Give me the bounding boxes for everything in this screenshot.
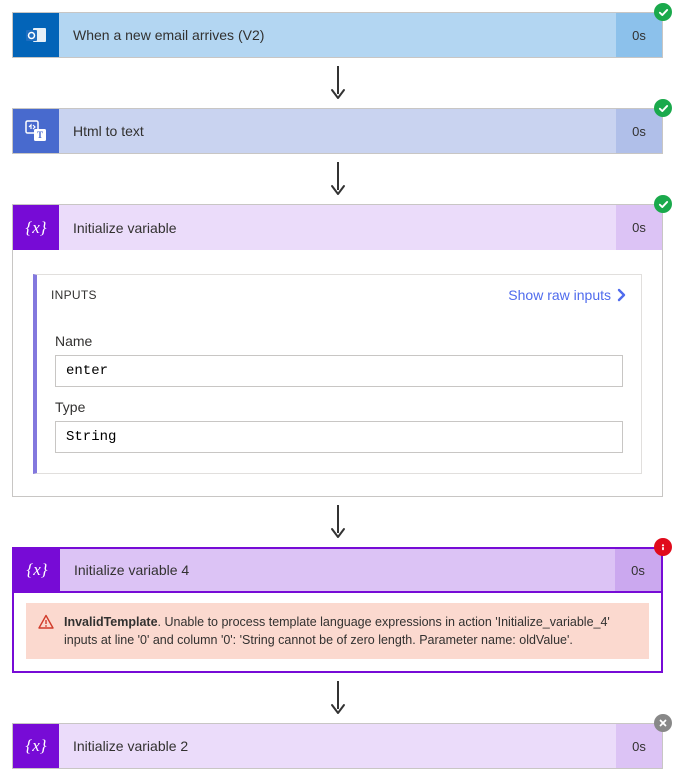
html-to-text-icon: T [13, 109, 59, 153]
outlook-icon [13, 13, 59, 57]
warning-icon [38, 614, 54, 630]
variable-icon: {x} [14, 549, 60, 591]
variable-icon: {x} [13, 205, 59, 250]
step-duration: 0s [616, 724, 662, 768]
step-title: Initialize variable [59, 205, 616, 250]
show-raw-inputs-link[interactable]: Show raw inputs [508, 287, 627, 303]
status-badge-success [654, 99, 672, 117]
flow-step-initialize-variable-4[interactable]: {x} Initialize variable 4 0s InvalidTemp… [12, 547, 663, 673]
field-label-name: Name [55, 333, 623, 349]
flow-step-html-to-text[interactable]: T Html to text 0s [12, 108, 663, 154]
step-title: Initialize variable 4 [60, 549, 615, 591]
step-title: Html to text [59, 109, 616, 153]
status-badge-error [654, 538, 672, 556]
flow-step-trigger[interactable]: When a new email arrives (V2) 0s [12, 12, 663, 58]
variable-icon: {x} [13, 724, 59, 768]
status-badge-skipped [654, 714, 672, 732]
step-title: Initialize variable 2 [59, 724, 616, 768]
chevron-right-icon [617, 288, 627, 302]
error-banner: InvalidTemplate. Unable to process templ… [26, 603, 649, 659]
step-expanded-body: INPUTS Show raw inputs Name Type [12, 250, 663, 497]
connector-arrow [12, 505, 663, 539]
connector-arrow [12, 681, 663, 715]
connector-arrow [12, 162, 663, 196]
field-value-name[interactable] [55, 355, 623, 387]
step-title: When a new email arrives (V2) [59, 13, 616, 57]
flow-step-initialize-variable[interactable]: {x} Initialize variable 0s INPUTS Show r… [12, 204, 663, 497]
flow-step-initialize-variable-2[interactable]: {x} Initialize variable 2 0s [12, 723, 663, 769]
inputs-panel: INPUTS Show raw inputs Name Type [33, 274, 642, 474]
status-badge-success [654, 3, 672, 21]
step-error-body: InvalidTemplate. Unable to process templ… [12, 593, 663, 673]
step-duration: 0s [616, 109, 662, 153]
field-value-type[interactable] [55, 421, 623, 453]
step-duration: 0s [615, 549, 661, 591]
step-duration: 0s [616, 205, 662, 250]
inputs-panel-title: INPUTS [51, 288, 97, 302]
field-label-type: Type [55, 399, 623, 415]
connector-arrow [12, 66, 663, 100]
error-text: InvalidTemplate. Unable to process templ… [64, 613, 637, 649]
step-duration: 0s [616, 13, 662, 57]
svg-text:T: T [37, 130, 43, 140]
status-badge-success [654, 195, 672, 213]
